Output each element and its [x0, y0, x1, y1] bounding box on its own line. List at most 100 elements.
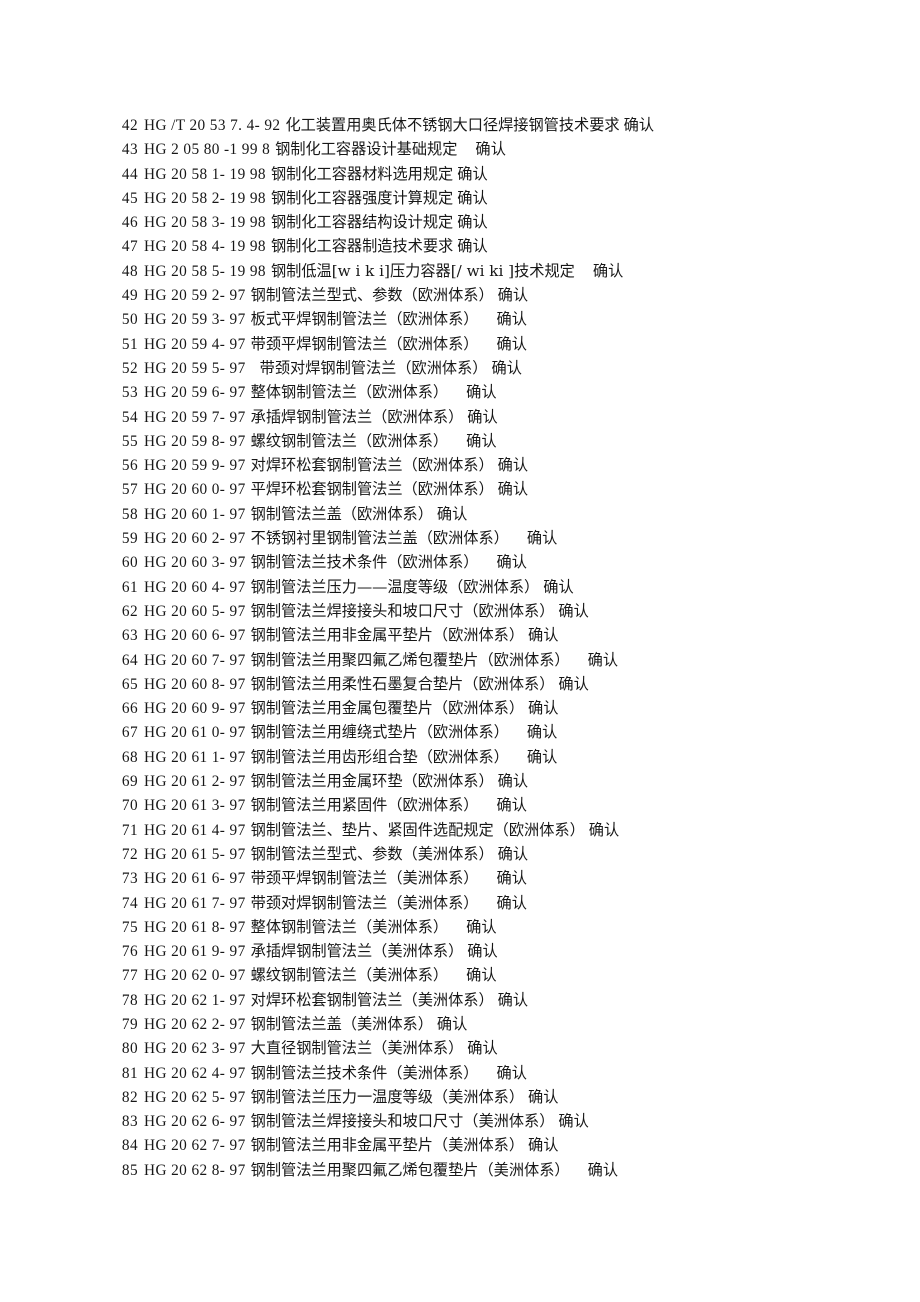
- standard-title: 钢制管法兰用聚四氟乙烯包覆垫片（美洲体系）: [250, 1160, 570, 1179]
- standard-code: HG 20 61 7- 97: [144, 894, 246, 912]
- row-index: 77: [121, 967, 138, 985]
- row-index: 67: [121, 724, 138, 742]
- standard-code: HG 20 62 8- 97: [144, 1161, 246, 1179]
- row-index: 81: [121, 1064, 138, 1082]
- row-index: 49: [121, 287, 138, 305]
- standard-title: 大直径钢制管法兰（美洲体系）: [250, 1039, 464, 1058]
- row-index: 54: [121, 408, 138, 426]
- status-badge: 确认: [457, 237, 488, 256]
- row-index: 85: [121, 1161, 138, 1179]
- standard-code: HG 20 62 1- 97: [144, 991, 246, 1009]
- standard-code: HG 20 62 7- 97: [144, 1137, 246, 1155]
- standard-code: HG 20 59 8- 97: [144, 432, 246, 450]
- status-badge: 确认: [497, 456, 529, 475]
- standard-title: 钢制管法兰用金属包覆垫片（欧洲体系）: [250, 699, 524, 718]
- standard-code: HG 20 59 9- 97: [144, 457, 246, 475]
- standard-code: HG 20 61 1- 97: [144, 748, 246, 766]
- status-badge: 确认: [526, 529, 558, 548]
- row-index: 58: [121, 505, 138, 523]
- status-badge: 确认: [457, 188, 488, 207]
- standard-row: 61 HG 20 60 4- 97 钢制管法兰压力——温度等级（欧洲体系） 确认: [116, 575, 906, 599]
- status-badge: 确认: [496, 310, 528, 329]
- row-index: 50: [121, 311, 138, 329]
- standard-code: HG 20 60 5- 97: [144, 602, 246, 620]
- row-index: 57: [121, 481, 138, 499]
- standard-title: 钢制管法兰用紧固件（欧洲体系）: [250, 796, 479, 815]
- status-badge: 确认: [528, 1087, 559, 1106]
- standard-title: 钢制管法兰用缠绕式垫片（欧洲体系）: [250, 723, 509, 742]
- standard-row: 64 HG 20 60 7- 97 钢制管法兰用聚四氟乙烯包覆垫片（欧洲体系） 确认: [116, 648, 906, 672]
- row-index: 80: [121, 1040, 138, 1058]
- row-index: 61: [121, 578, 138, 596]
- standard-row: 51 HG 20 59 4- 97 带颈平焊钢制管法兰（欧洲体系） 确认: [116, 332, 906, 356]
- standard-row: 54 HG 20 59 7- 97 承插焊钢制管法兰（欧洲体系） 确认: [116, 405, 906, 429]
- standard-title: 钢制管法兰焊接接头和坡口尺寸（欧洲体系）: [250, 601, 555, 620]
- standard-code: HG 20 62 6- 97: [144, 1113, 246, 1131]
- status-badge: 确认: [466, 917, 497, 936]
- standard-code: HG 20 60 1- 97: [144, 505, 246, 523]
- standard-row: 82 HG 20 62 5- 97 钢制管法兰压力一温度等级（美洲体系） 确认: [116, 1085, 906, 1109]
- status-badge: 确认: [497, 286, 529, 305]
- standard-title: 钢制管法兰用非金属平垫片（美洲体系）: [250, 1136, 524, 1155]
- standard-title: 钢制管法兰用聚四氟乙烯包覆垫片（欧洲体系）: [250, 650, 570, 669]
- status-badge: 确认: [558, 601, 589, 620]
- standard-row: 70 HG 20 61 3- 97 钢制管法兰用紧固件（欧洲体系） 确认: [116, 793, 906, 817]
- status-badge: 确认: [496, 1063, 528, 1082]
- standard-row: 58 HG 20 60 1- 97 钢制管法兰盖（欧洲体系） 确认: [116, 502, 906, 526]
- standard-title: 钢制管法兰、垫片、紧固件选配规定（欧洲体系）: [250, 820, 585, 839]
- standard-code: HG 20 61 0- 97: [144, 724, 246, 742]
- standard-title: 钢制化工容器制造技术要求: [270, 237, 454, 256]
- standard-row: 76 HG 20 61 9- 97 承插焊钢制管法兰（美洲体系） 确认: [116, 939, 906, 963]
- row-index: 43: [121, 141, 138, 159]
- row-index: 75: [121, 918, 138, 936]
- standard-code: HG 20 60 6- 97: [144, 627, 246, 645]
- standard-title: 对焊环松套钢制管法兰（欧洲体系）: [250, 456, 494, 475]
- status-badge: 确认: [587, 650, 619, 669]
- standard-code: HG 20 59 7- 97: [144, 408, 246, 426]
- standard-title: 钢制管法兰技术条件（欧洲体系）: [250, 553, 479, 572]
- standard-title: 钢制化工容器材料选用规定: [270, 164, 454, 183]
- standard-title: 钢制低温[w i k i]压力容器[/ wi ki ]技术规定: [270, 261, 575, 280]
- standard-title: 钢制管法兰用非金属平垫片（欧洲体系）: [250, 626, 524, 645]
- standard-code: HG 20 58 1- 19 98: [144, 165, 266, 183]
- standard-title: 化工装置用奥氏体不锈钢大口径焊接钢管技术要求: [285, 116, 620, 134]
- row-index: 63: [121, 627, 138, 645]
- standard-title: 螺纹钢制管法兰（美洲体系）: [250, 966, 449, 985]
- standard-code: HG 20 60 0- 97: [144, 481, 246, 499]
- status-badge: 确认: [466, 383, 497, 402]
- standard-row: 43 HG 2 05 80 -1 99 8 钢制化工容器设计基础规定 确认: [116, 137, 906, 161]
- standard-row: 53 HG 20 59 6- 97 整体钢制管法兰（欧洲体系） 确认: [116, 380, 906, 404]
- row-index: 73: [121, 870, 138, 888]
- standard-code: HG 2 05 80 -1 99 8: [144, 141, 271, 159]
- standard-code: HG 20 58 2- 19 98: [144, 189, 266, 207]
- standard-row: 49 HG 20 59 2- 97 钢制管法兰型式、参数（欧洲体系） 确认: [116, 283, 906, 307]
- standard-row: 56 HG 20 59 9- 97 对焊环松套钢制管法兰（欧洲体系） 确认: [116, 453, 906, 477]
- row-index: 70: [121, 797, 138, 815]
- standard-code: HG /T 20 53 7. 4- 92: [144, 117, 281, 134]
- standard-title: 承插焊钢制管法兰（美洲体系）: [250, 942, 464, 961]
- standard-row: 46 HG 20 58 3- 19 98 钢制化工容器结构设计规定 确认: [116, 210, 906, 234]
- status-badge: 确认: [457, 213, 488, 232]
- standard-title: 带颈平焊钢制管法兰（美洲体系）: [250, 869, 479, 888]
- standard-row: 77 HG 20 62 0- 97 螺纹钢制管法兰（美洲体系） 确认: [116, 963, 906, 987]
- standard-code: HG 20 61 3- 97: [144, 797, 246, 815]
- standard-row: 69 HG 20 61 2- 97 钢制管法兰用金属环垫（欧洲体系） 确认: [116, 769, 906, 793]
- standard-row: 47 HG 20 58 4- 19 98 钢制化工容器制造技术要求 确认: [116, 234, 906, 258]
- status-badge: 确认: [558, 1112, 589, 1131]
- status-badge: 确认: [467, 407, 498, 426]
- standard-code: HG 20 60 8- 97: [144, 675, 246, 693]
- standard-title: 钢制管法兰用齿形组合垫（欧洲体系）: [250, 747, 509, 766]
- standard-code: HG 20 59 4- 97: [144, 335, 246, 353]
- standard-code: HG 20 59 2- 97: [144, 287, 246, 305]
- status-badge: 确认: [436, 1014, 468, 1033]
- standard-title: 钢制管法兰压力一温度等级（美洲体系）: [250, 1087, 524, 1106]
- status-badge: 确认: [526, 723, 558, 742]
- standard-row: 78 HG 20 62 1- 97 对焊环松套钢制管法兰（美洲体系） 确认: [116, 988, 906, 1012]
- standard-code: HG 20 61 6- 97: [144, 870, 246, 888]
- standard-title: 钢制化工容器强度计算规定: [270, 188, 454, 207]
- row-index: 65: [121, 675, 138, 693]
- status-badge: 确认: [543, 577, 574, 596]
- standard-code: HG 20 58 5- 19 98: [144, 262, 266, 280]
- status-badge: 确认: [623, 116, 655, 134]
- row-index: 78: [121, 991, 138, 1009]
